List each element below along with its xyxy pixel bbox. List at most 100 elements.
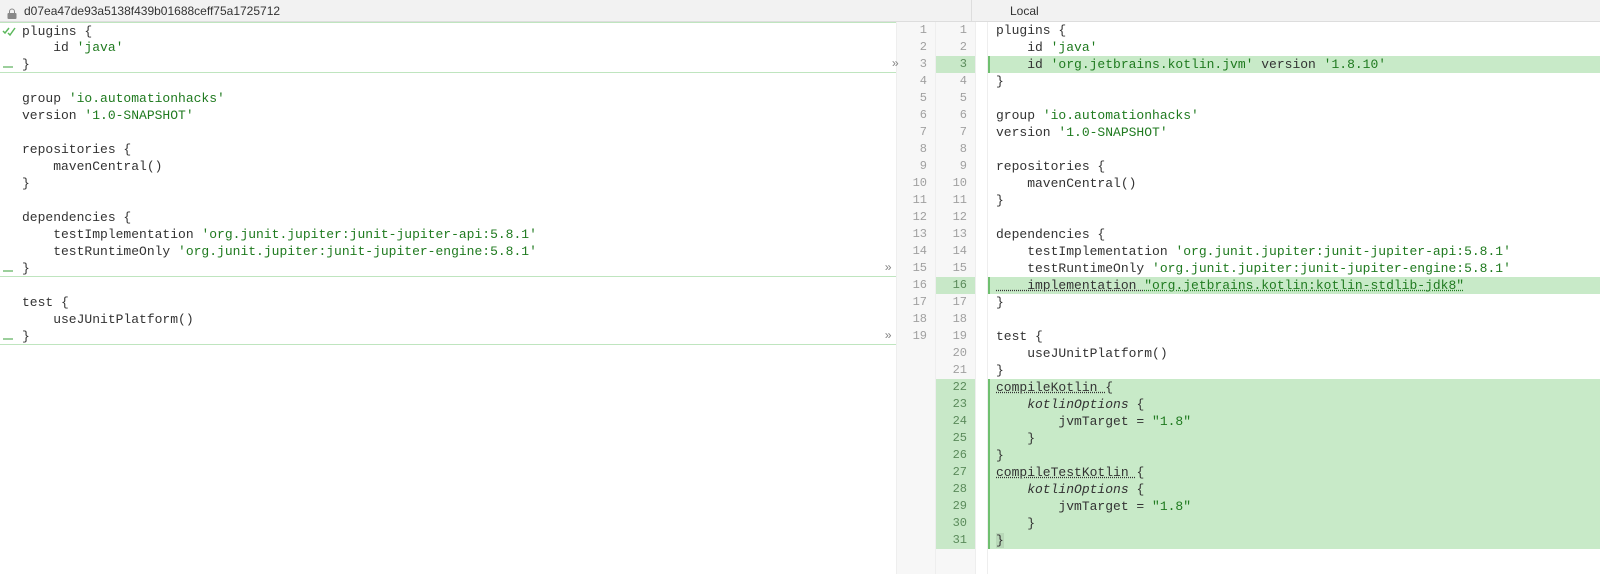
gutter-right: 1234567891011121314151617181920212223242… [936, 22, 976, 574]
line-number: 30 [936, 515, 975, 532]
check-icon [2, 24, 16, 38]
line-number: 19 [936, 328, 975, 345]
code-line[interactable]: } [988, 192, 1600, 209]
code-line[interactable]: plugins { [988, 22, 1600, 39]
code-line[interactable]: } [0, 328, 896, 345]
code-line[interactable]: } [0, 260, 896, 277]
code-line[interactable]: kotlinOptions { [988, 396, 1600, 413]
code-line[interactable]: id 'org.jetbrains.kotlin.jvm' version '1… [988, 56, 1600, 73]
code-line[interactable] [988, 209, 1600, 226]
line-number [897, 447, 935, 464]
line-number: 4 [936, 73, 975, 90]
right-code-pane[interactable]: plugins { id 'java' id 'org.jetbrains.ko… [988, 22, 1600, 574]
line-number: 5 [936, 90, 975, 107]
line-number: 12 [936, 209, 975, 226]
code-line[interactable] [0, 124, 896, 141]
code-line[interactable]: } [0, 175, 896, 192]
line-number: 12 [897, 209, 935, 226]
code-line[interactable]: compileKotlin { [988, 379, 1600, 396]
code-line[interactable]: repositories { [0, 141, 896, 158]
code-line[interactable]: testImplementation 'org.junit.jupiter:ju… [988, 243, 1600, 260]
line-number: 16 [936, 277, 975, 294]
diff-dash-icon [3, 66, 13, 68]
line-number: 14 [897, 243, 935, 260]
diff-body: plugins { id 'java'} group 'io.automation… [0, 22, 1600, 574]
left-margin [0, 22, 18, 574]
code-line[interactable] [988, 141, 1600, 158]
line-number: 31 [936, 532, 975, 549]
line-number: 26 [936, 447, 975, 464]
line-number: 3 [897, 56, 935, 73]
code-line[interactable]: test { [988, 328, 1600, 345]
line-number [897, 464, 935, 481]
code-line[interactable]: group 'io.automationhacks' [988, 107, 1600, 124]
line-number: 4 [897, 73, 935, 90]
code-line[interactable]: } [988, 73, 1600, 90]
code-line[interactable]: id 'java' [0, 39, 896, 56]
code-line[interactable]: test { [0, 294, 896, 311]
code-line[interactable]: testRuntimeOnly 'org.junit.jupiter:junit… [0, 243, 896, 260]
code-line[interactable]: jvmTarget = "1.8" [988, 498, 1600, 515]
code-line[interactable] [988, 311, 1600, 328]
line-number [897, 413, 935, 430]
code-line[interactable]: } [988, 430, 1600, 447]
line-number: 6 [897, 107, 935, 124]
code-line[interactable]: mavenCentral() [0, 158, 896, 175]
code-line[interactable]: } [988, 515, 1600, 532]
code-line[interactable]: version '1.0-SNAPSHOT' [988, 124, 1600, 141]
line-number: 14 [936, 243, 975, 260]
line-number: 20 [936, 345, 975, 362]
code-line[interactable]: id 'java' [988, 39, 1600, 56]
line-number [897, 379, 935, 396]
line-number [897, 481, 935, 498]
code-line[interactable] [0, 192, 896, 209]
code-line[interactable]: mavenCentral() [988, 175, 1600, 192]
line-number: 1 [897, 22, 935, 39]
line-number: 16 [897, 277, 935, 294]
line-number: 15 [936, 260, 975, 277]
local-label: Local [1010, 4, 1039, 18]
line-number: 11 [936, 192, 975, 209]
line-number: 9 [897, 158, 935, 175]
line-number: 7 [936, 124, 975, 141]
line-number: 9 [936, 158, 975, 175]
line-number: 2 [936, 39, 975, 56]
code-line[interactable] [0, 277, 896, 294]
line-number: 15 [897, 260, 935, 277]
code-line[interactable] [988, 90, 1600, 107]
line-number: 8 [936, 141, 975, 158]
code-line[interactable]: kotlinOptions { [988, 481, 1600, 498]
code-line[interactable]: useJUnitPlatform() [988, 345, 1600, 362]
line-number: 19 [897, 328, 935, 345]
code-line[interactable]: plugins { [0, 22, 896, 39]
line-number [897, 532, 935, 549]
code-line[interactable]: } [0, 56, 896, 73]
line-number [897, 396, 935, 413]
code-line[interactable]: repositories { [988, 158, 1600, 175]
header-left: d07ea47de93a5138f439b01688ceff75a1725712 [0, 0, 972, 21]
line-number: 17 [897, 294, 935, 311]
revision-label: d07ea47de93a5138f439b01688ceff75a1725712 [24, 0, 280, 22]
code-line[interactable]: } [988, 532, 1600, 549]
code-line[interactable]: version '1.0-SNAPSHOT' [0, 107, 896, 124]
gutter-left: 12345678910111213141516171819 [896, 22, 936, 574]
code-line[interactable]: } [988, 362, 1600, 379]
code-line[interactable]: useJUnitPlatform() [0, 311, 896, 328]
code-line[interactable]: testRuntimeOnly 'org.junit.jupiter:junit… [988, 260, 1600, 277]
code-line[interactable]: testImplementation 'org.junit.jupiter:ju… [0, 226, 896, 243]
code-line[interactable]: } [988, 294, 1600, 311]
code-line[interactable]: dependencies { [988, 226, 1600, 243]
code-line[interactable]: jvmTarget = "1.8" [988, 413, 1600, 430]
code-line[interactable]: group 'io.automationhacks' [0, 90, 896, 107]
left-code-pane[interactable]: plugins { id 'java'} group 'io.automation… [0, 22, 896, 574]
line-number: 10 [897, 175, 935, 192]
line-number: 25 [936, 430, 975, 447]
code-line[interactable] [0, 73, 896, 90]
code-line[interactable]: compileTestKotlin { [988, 464, 1600, 481]
code-line[interactable]: implementation "org.jetbrains.kotlin:kot… [988, 277, 1600, 294]
line-number: 2 [897, 39, 935, 56]
line-number: 29 [936, 498, 975, 515]
lock-icon [6, 5, 18, 17]
code-line[interactable]: } [988, 447, 1600, 464]
code-line[interactable]: dependencies { [0, 209, 896, 226]
